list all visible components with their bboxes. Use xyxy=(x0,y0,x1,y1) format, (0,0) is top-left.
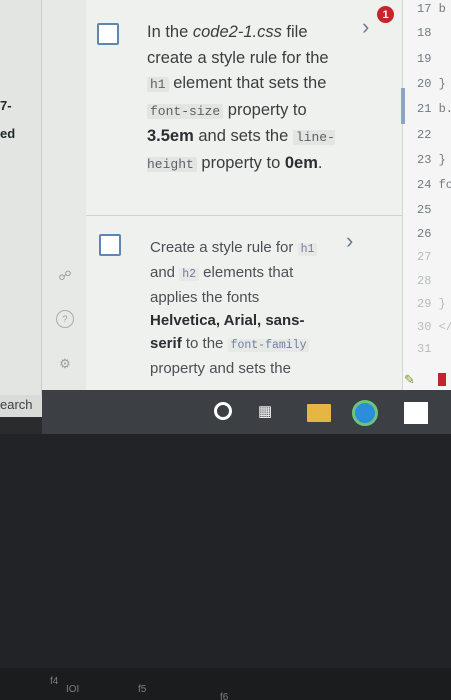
icon-rail: ☍ ? ⚙ xyxy=(42,0,86,395)
windows-taskbar xyxy=(42,390,451,434)
browser-icon[interactable] xyxy=(352,400,378,426)
editor-line: 31 xyxy=(417,342,432,356)
editor-line: 22 xyxy=(417,128,432,142)
code-font-size: font-size xyxy=(147,103,224,119)
left-edge-text-2: ed xyxy=(0,126,16,141)
task-2-chevron-right-icon[interactable]: › xyxy=(346,228,353,254)
code-h2: h2 xyxy=(179,268,200,281)
task-1-checkbox[interactable] xyxy=(97,23,119,45)
cortana-icon[interactable] xyxy=(214,402,232,420)
file-explorer-icon[interactable] xyxy=(307,404,331,422)
laptop-bezel xyxy=(0,434,451,700)
code-h1: h1 xyxy=(147,77,169,92)
editor-scroll-marker[interactable] xyxy=(401,88,405,124)
left-panel-edge: 7- ed xyxy=(0,0,42,395)
share-icon[interactable]: ☍ xyxy=(56,267,74,285)
editor-line: 30 </s xyxy=(417,320,451,334)
task-2-text: Create a style rule for h1 and h2 elemen… xyxy=(150,236,330,380)
trash-icon[interactable] xyxy=(438,373,446,386)
pencil-icon[interactable]: ✎ xyxy=(404,372,415,388)
task-1-chevron-right-icon[interactable]: › xyxy=(362,14,369,40)
code-editor[interactable]: 17 b 18 19 20 } 21 b. 22 23 } 24 fo 25 2… xyxy=(402,0,451,395)
editor-line: 26 xyxy=(417,227,432,241)
value-font-size: 3.5em xyxy=(147,127,194,145)
key-glyph: IOI xyxy=(66,684,80,695)
editor-line: 28 xyxy=(417,274,432,288)
editor-line: 19 xyxy=(417,52,432,66)
editor-line: 21 b. xyxy=(417,102,451,116)
code-font-family: font-family xyxy=(227,339,310,352)
task-divider xyxy=(86,215,402,216)
editor-line: 29 } xyxy=(417,297,446,311)
editor-line: 18 xyxy=(417,26,432,40)
task-1-text: In the code2-1.css file create a style r… xyxy=(147,23,335,172)
keyboard-function-row: f4 IOI f5 f6 xyxy=(0,668,451,700)
key-f6: f6 xyxy=(220,692,229,700)
settings-icon[interactable]: ⚙ xyxy=(56,355,74,373)
task-2-checkbox[interactable] xyxy=(99,234,121,256)
editor-line: 17 b xyxy=(417,2,446,16)
store-icon[interactable] xyxy=(404,402,428,424)
editor-line: 25 xyxy=(417,203,432,217)
left-edge-text-1: 7- xyxy=(0,98,12,113)
file-name: code2-1.css xyxy=(192,23,282,41)
value-line-height: 0em xyxy=(284,153,318,172)
task-view-icon[interactable]: ▦ xyxy=(258,402,280,420)
notification-badge: 1 xyxy=(377,6,394,23)
key-f4: f4 xyxy=(50,676,59,687)
key-f5: f5 xyxy=(138,684,147,695)
editor-line: 20 } xyxy=(417,77,446,91)
editor-line: 24 fo xyxy=(417,178,451,192)
help-icon[interactable]: ? xyxy=(56,310,74,328)
code-h1: h1 xyxy=(297,243,318,256)
search-box-label[interactable]: earch xyxy=(0,395,42,417)
editor-line: 27 xyxy=(417,250,432,264)
editor-line: 23 } xyxy=(417,153,446,167)
